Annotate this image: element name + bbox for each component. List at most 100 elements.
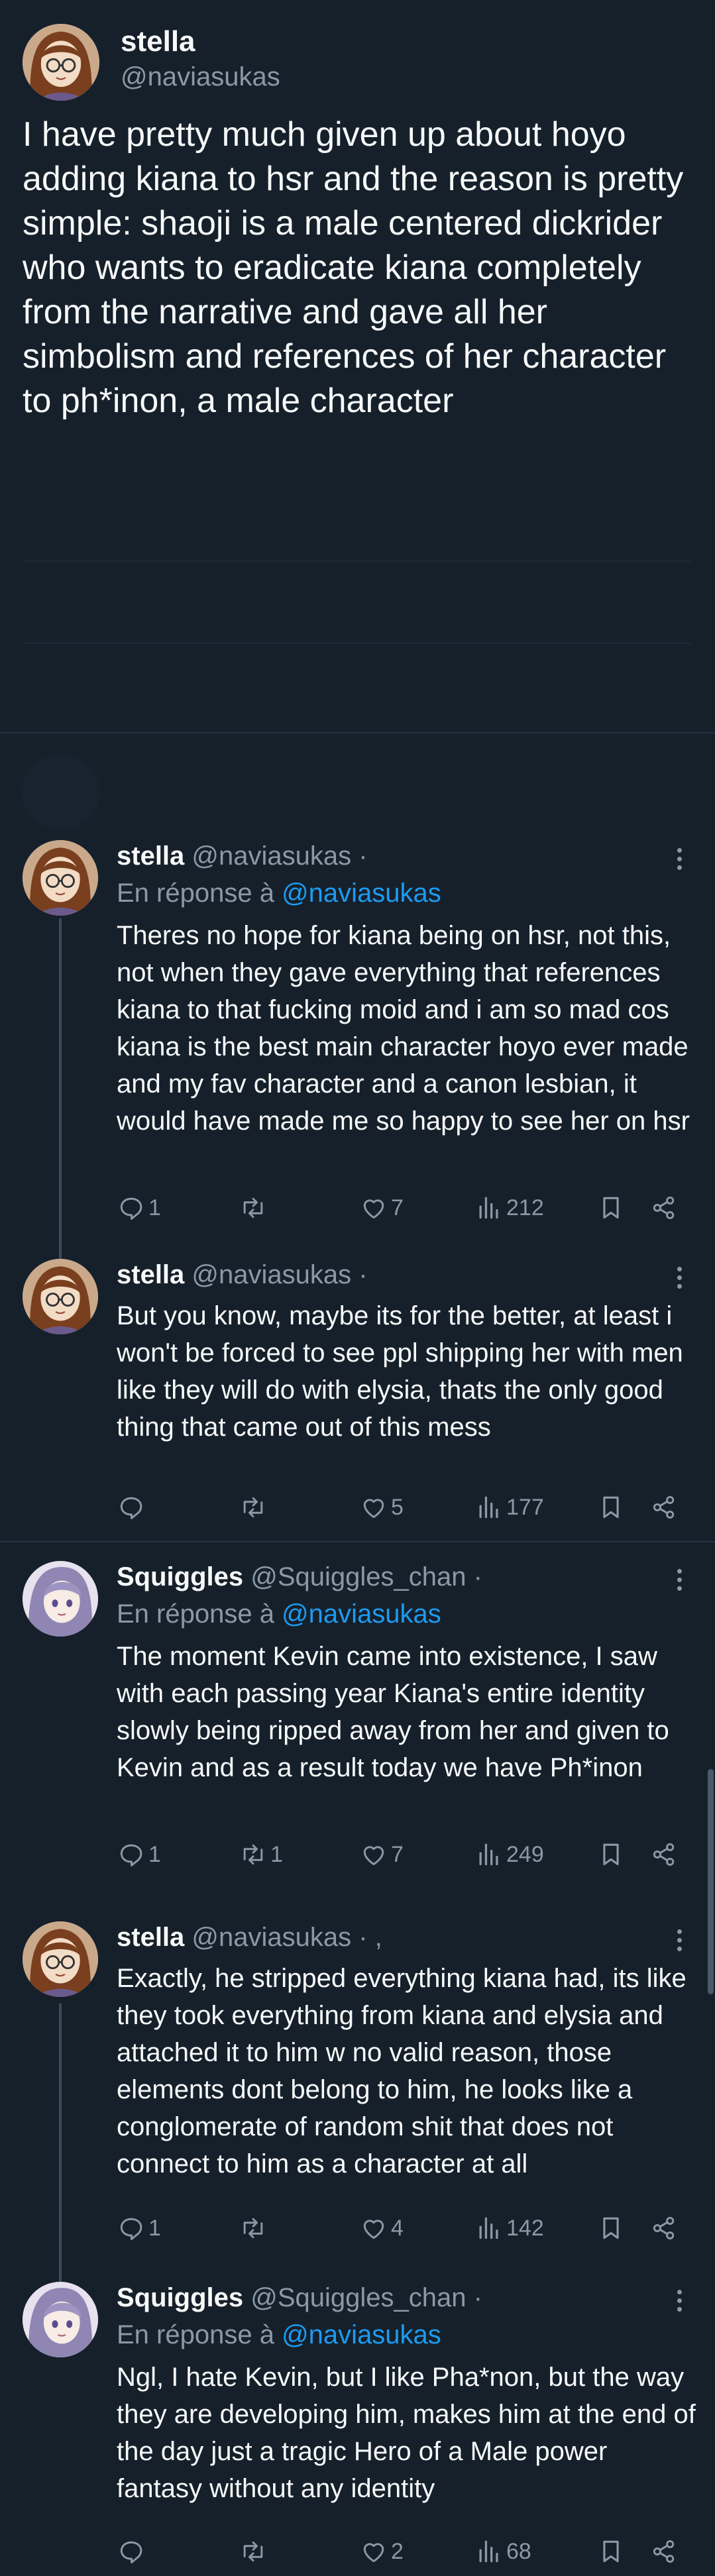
thread-separator	[0, 1541, 715, 1542]
author-handle[interactable]: @Squiggles_chan ·	[250, 1562, 482, 1591]
more-vertical-icon[interactable]	[669, 1929, 689, 1956]
reply-post[interactable]: Squiggles @Squiggles_chan · En réponse à…	[0, 2282, 715, 2573]
views-button[interactable]: 212	[474, 1191, 544, 1224]
reply-context: En réponse à @naviasukas	[117, 2320, 441, 2350]
like-button[interactable]: 4	[359, 2212, 404, 2245]
main-post[interactable]: stella @naviasukas I have pretty much gi…	[0, 0, 715, 733]
repost-button[interactable]: 1	[239, 1838, 283, 1871]
reply-button[interactable]: 1	[117, 2212, 161, 2245]
reply-button[interactable]	[117, 2535, 148, 2568]
repost-button[interactable]	[239, 2535, 270, 2568]
author-name[interactable]: Squiggles	[117, 2283, 243, 2312]
repost-arrows-icon	[239, 1193, 268, 1222]
views-button[interactable]: 249	[474, 1838, 544, 1871]
reply-context-prefix: En réponse à	[117, 1599, 274, 1629]
view-count: 142	[506, 2215, 544, 2241]
reply-button[interactable]: 1	[117, 1838, 161, 1871]
author-name[interactable]: Squiggles	[117, 1562, 243, 1591]
reply-post[interactable]: stella @naviasukas · But you know, maybe…	[0, 1259, 715, 1524]
views-button[interactable]: 68	[474, 2535, 531, 2568]
author-name[interactable]: stella	[117, 1260, 184, 1289]
more-vertical-icon[interactable]	[669, 1569, 689, 1595]
more-vertical-icon[interactable]	[669, 2290, 689, 2316]
heart-icon	[359, 1493, 388, 1522]
avatar-image-icon	[23, 24, 99, 101]
reply-text: Ngl, I hate Kevin, but I like Pha*non, b…	[117, 2363, 703, 2503]
repost-button[interactable]	[239, 2212, 270, 2245]
bookmark-icon	[596, 2537, 626, 2566]
reply-post[interactable]: Squiggles @Squiggles_chan · En réponse à…	[0, 1561, 715, 1872]
bookmark-button[interactable]	[596, 1191, 626, 1224]
reply-to-link[interactable]: @naviasukas	[282, 879, 441, 908]
bookmark-button[interactable]	[596, 1491, 626, 1524]
author-handle[interactable]: @naviasukas	[121, 62, 280, 92]
repost-arrows-icon	[239, 1493, 268, 1522]
repost-button[interactable]	[239, 1491, 270, 1524]
share-button[interactable]	[649, 2212, 679, 2245]
author-name[interactable]: stella	[121, 25, 195, 58]
repost-button[interactable]	[239, 1191, 270, 1224]
avatar[interactable]	[23, 840, 98, 916]
reply-post[interactable]: stella @naviasukas · , Exactly, he strip…	[0, 1921, 715, 2241]
like-count: 7	[391, 1195, 404, 1220]
reply-post[interactable]: stella @naviasukas · En réponse à @navia…	[0, 840, 715, 1224]
more-vertical-icon[interactable]	[669, 848, 689, 875]
author-handle[interactable]: @naviasukas ·	[192, 841, 367, 871]
avatar[interactable]	[23, 2282, 98, 2357]
author-handle[interactable]: @Squiggles_chan ·	[250, 2283, 482, 2312]
author-handle[interactable]: @naviasukas · ,	[192, 1923, 382, 1952]
action-bar: 2 68	[117, 2535, 700, 2568]
speech-bubble-icon	[117, 2537, 146, 2566]
speech-bubble-icon	[117, 1840, 146, 1869]
share-button[interactable]	[649, 1491, 679, 1524]
repost-count: 1	[270, 1841, 283, 1867]
heart-icon	[359, 1840, 388, 1869]
avatar-image-icon	[23, 1259, 98, 1334]
reply-button[interactable]: 1	[117, 1191, 161, 1224]
author-name[interactable]: stella	[117, 841, 184, 871]
avatar-image-icon	[23, 840, 98, 916]
like-button[interactable]: 7	[359, 1191, 404, 1224]
avatar[interactable]	[23, 1561, 98, 1637]
more-vertical-icon[interactable]	[669, 1267, 689, 1293]
avatar[interactable]	[23, 1921, 98, 1997]
share-icon	[649, 1840, 679, 1869]
view-count: 212	[506, 1195, 544, 1220]
bookmark-button[interactable]	[596, 1838, 626, 1871]
reply-context: En réponse à @naviasukas	[117, 1599, 441, 1629]
scrollbar[interactable]	[708, 1769, 714, 1994]
author-handle[interactable]: @naviasukas ·	[192, 1260, 367, 1289]
like-button[interactable]: 2	[359, 2535, 404, 2568]
share-icon	[649, 2214, 679, 2243]
heart-icon	[359, 2537, 388, 2566]
repost-arrows-icon	[239, 2537, 268, 2566]
heart-icon	[359, 1193, 388, 1222]
share-button[interactable]	[649, 1191, 679, 1224]
reply-to-link[interactable]: @naviasukas	[282, 2320, 441, 2349]
share-button[interactable]	[649, 2535, 679, 2568]
bookmark-button[interactable]	[596, 2535, 626, 2568]
like-button[interactable]: 5	[359, 1491, 404, 1524]
reply-button[interactable]	[117, 1491, 148, 1524]
views-button[interactable]: 142	[474, 2212, 544, 2245]
faded-avatar	[23, 754, 99, 831]
bar-chart-icon	[474, 2214, 504, 2243]
heart-icon	[359, 2214, 388, 2243]
reply-text: Theres no hope for kiana being on hsr, n…	[117, 921, 696, 1136]
view-count: 68	[506, 2538, 531, 2564]
avatar-image-icon	[23, 1561, 98, 1637]
avatar[interactable]	[23, 1259, 98, 1334]
reply-to-link[interactable]: @naviasukas	[282, 1599, 441, 1629]
reply-count: 1	[148, 1195, 161, 1220]
faded-attachment	[23, 561, 692, 644]
action-bar: 1 1 7 249	[117, 1838, 700, 1871]
views-button[interactable]: 177	[474, 1491, 544, 1524]
avatar[interactable]	[23, 24, 99, 101]
bookmark-button[interactable]	[596, 2212, 626, 2245]
like-button[interactable]: 7	[359, 1838, 404, 1871]
like-count: 5	[391, 1494, 404, 1520]
author-name[interactable]: stella	[117, 1923, 184, 1952]
reply-context-prefix: En réponse à	[117, 2320, 274, 2349]
bookmark-icon	[596, 1193, 626, 1222]
share-button[interactable]	[649, 1838, 679, 1871]
